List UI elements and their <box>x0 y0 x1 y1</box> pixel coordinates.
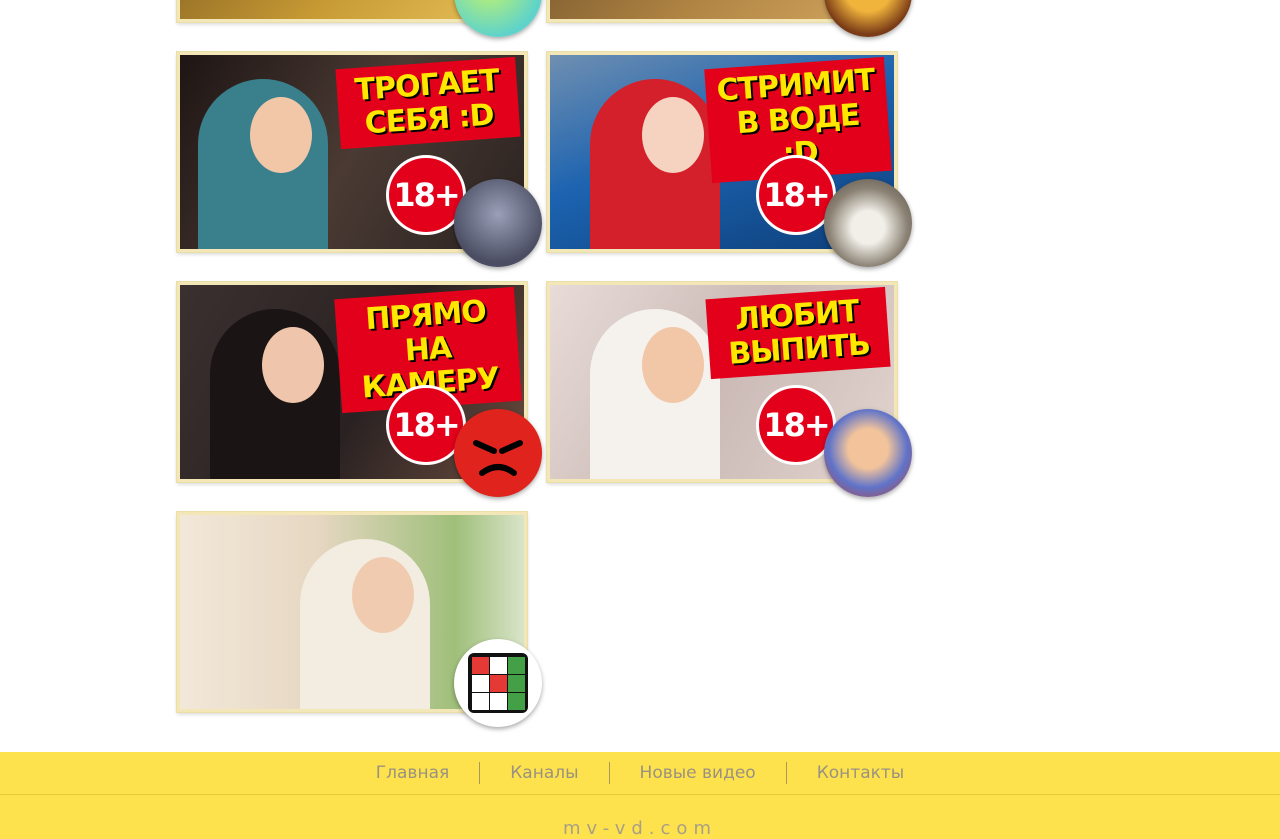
nav-link-new-videos[interactable]: Новые видео <box>608 762 786 784</box>
video-card[interactable] <box>177 512 542 727</box>
video-card[interactable]: ТРОГАЕТ СЕБЯ :D 18+ <box>177 52 542 267</box>
streamer-figure <box>590 309 720 479</box>
streamer-figure <box>590 79 720 249</box>
nav-link-channels[interactable]: Каналы <box>479 762 608 784</box>
anime-character-avatar-icon[interactable] <box>824 409 912 497</box>
site-footer: Главная Каналы Новые видео Контакты mv-v… <box>0 752 1280 839</box>
video-caption: ТРОГАЕТ СЕБЯ :D <box>335 56 521 150</box>
video-card[interactable]: ЛЮБИТ ВЫПИТЬ 18+ <box>547 282 912 497</box>
streamer-figure <box>210 309 340 479</box>
video-card[interactable]: СТРИМИТ В ВОДЕ :D 18+ <box>547 52 912 267</box>
angry-face-icon[interactable] <box>454 409 542 497</box>
video-caption: ЛЮБИТ ВЫПИТЬ <box>705 286 891 380</box>
video-card[interactable]: ПРЯМО НА КАМЕРУ 18+ <box>177 282 542 497</box>
cartoon-character-avatar-icon[interactable] <box>454 179 542 267</box>
angry-face-glyph <box>473 440 523 476</box>
cartoon-avatar-icon[interactable] <box>824 0 912 37</box>
cartoon-avatar-icon[interactable] <box>454 0 542 37</box>
streamer-figure <box>198 79 328 249</box>
cat-avatar-icon[interactable] <box>824 179 912 267</box>
person-figure <box>300 539 430 709</box>
video-card[interactable] <box>177 0 542 37</box>
nav-link-contacts[interactable]: Контакты <box>785 762 935 784</box>
page: ТРОГАЕТ СЕБЯ :D 18+ СТРИМИТ В ВОДЕ :D 18… <box>0 0 1280 839</box>
footer-nav: Главная Каналы Новые видео Контакты <box>0 752 1280 795</box>
rubiks-cube-glyph <box>468 653 528 713</box>
rubiks-cube-icon[interactable] <box>454 639 542 727</box>
site-name: mv-vd.com <box>563 818 717 839</box>
video-card[interactable] <box>547 0 912 37</box>
nav-link-home[interactable]: Главная <box>346 762 479 784</box>
